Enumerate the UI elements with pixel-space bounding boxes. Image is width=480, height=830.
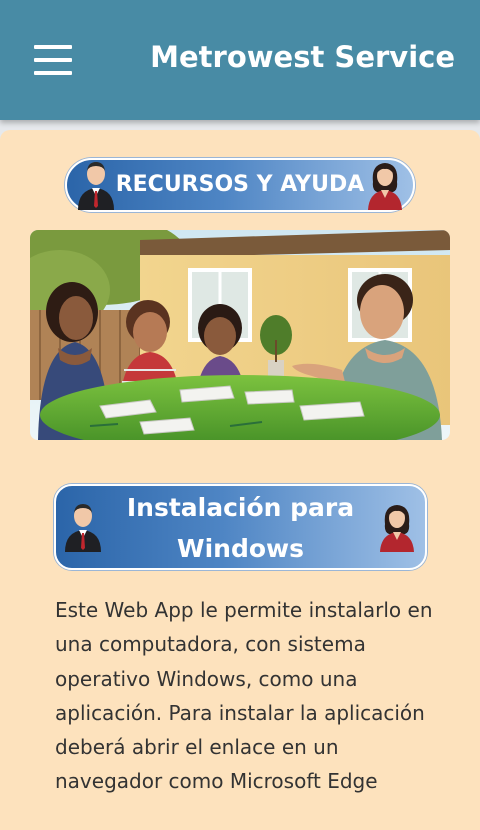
resources-banner-label: RECURSOS Y AYUDA <box>115 172 365 197</box>
businesswoman-icon <box>368 163 402 210</box>
resources-banner[interactable]: RECURSOS Y AYUDA <box>65 158 415 212</box>
businessman-icon <box>65 504 101 552</box>
app-header: Metrowest Service <box>0 0 480 120</box>
family-meeting-illustration <box>30 230 450 440</box>
hamburger-menu-icon[interactable] <box>34 45 72 77</box>
businessman-icon <box>78 162 114 210</box>
businesswoman-icon <box>380 505 414 552</box>
content-card: RECURSOS Y AYUDA Instalación para Window… <box>0 130 480 830</box>
app-title: Metrowest Service <box>150 40 455 74</box>
install-banner-label: Instalación para Windows <box>126 493 355 563</box>
install-description: Este Web App le permite instalarlo en un… <box>55 598 433 794</box>
install-banner[interactable]: Instalación para Windows <box>54 484 427 570</box>
